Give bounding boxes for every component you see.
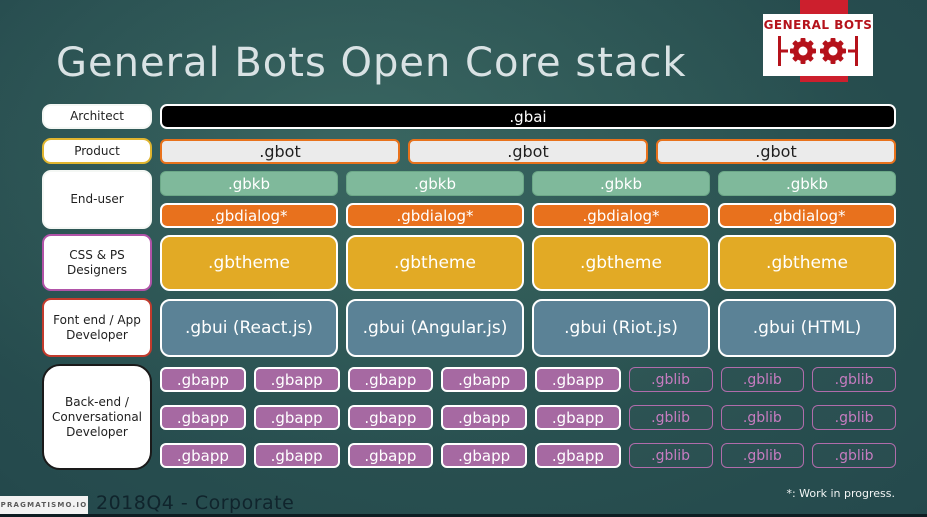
gbdialog-bar: .gbdialog* [532, 203, 710, 228]
role-label-backend-conversational-developer: Back-end / Conversational Developer [42, 364, 152, 470]
gbdialog-bar: .gbdialog* [346, 203, 524, 228]
backend-row-1: .gbapp .gbapp .gbapp .gbapp .gbapp .gbli… [160, 367, 896, 392]
role-label-end-user: End-user [42, 170, 152, 229]
gblib-box: .gblib [720, 367, 805, 392]
gbdialog-bar: .gbdialog* [160, 203, 338, 228]
gbapp-box: .gbapp [347, 405, 434, 430]
gbapp-box: .gbapp [160, 443, 246, 468]
gbapp-box: .gbapp [535, 367, 621, 392]
gbot-bar: .gbot [160, 139, 400, 164]
row-gbkb: .gbkb .gbkb .gbkb .gbkb [160, 171, 896, 196]
row-gbui: .gbui (React.js) .gbui (Angular.js) .gbu… [160, 299, 896, 357]
page-title: General Bots Open Core stack [56, 40, 687, 86]
role-label-product: Product [42, 138, 152, 164]
gbkb-bar: .gbkb [532, 171, 710, 196]
gbapp-box: .gbapp [535, 405, 621, 430]
role-label-frontend-app-developer: Font end / App Developer [42, 298, 152, 357]
gbapp-box: .gbapp [441, 367, 527, 392]
gbapp-box: .gbapp [160, 405, 246, 430]
gbtheme-bar: .gbtheme [718, 235, 896, 291]
general-bots-logo: GENERAL BOTS [763, 14, 873, 76]
gbapp-box: .gbapp [535, 443, 621, 468]
gblib-box: .gblib [628, 367, 713, 392]
gblib-box: .gblib [628, 405, 713, 430]
gbapp-box: .gbapp [441, 443, 527, 468]
gblib-box: .gblib [812, 405, 896, 430]
gbtheme-bar: .gbtheme [346, 235, 524, 291]
gbapp-box: .gbapp [253, 405, 340, 430]
gbui-riot-bar: .gbui (Riot.js) [532, 299, 710, 357]
gbai-bar: .gbai [160, 104, 896, 129]
gbapp-box: .gbapp [347, 367, 434, 392]
backend-row-3: .gbapp .gbapp .gbapp .gbapp .gbapp .gbli… [160, 443, 896, 468]
pragmatismo-brand-badge: PRAGMATISMO.IO [0, 496, 88, 514]
backend-row-2: .gbapp .gbapp .gbapp .gbapp .gbapp .gbli… [160, 405, 896, 430]
gbui-angular-bar: .gbui (Angular.js) [346, 299, 524, 357]
gbot-bar: .gbot [408, 139, 648, 164]
gbui-react-bar: .gbui (React.js) [160, 299, 338, 357]
gbdialog-bar: .gbdialog* [718, 203, 896, 228]
gears-icon [776, 33, 860, 73]
row-gbtheme: .gbtheme .gbtheme .gbtheme .gbtheme [160, 235, 896, 291]
gbot-bar: .gbot [656, 139, 896, 164]
gblib-box: .gblib [812, 443, 896, 468]
gbtheme-bar: .gbtheme [160, 235, 338, 291]
footer-date-text: 2018Q4 - Corporate [96, 492, 295, 514]
logo-text: GENERAL BOTS [763, 17, 873, 32]
gbtheme-bar: .gbtheme [532, 235, 710, 291]
row-gbai: .gbai [160, 104, 896, 129]
work-in-progress-footnote: *: Work in progress. [786, 487, 895, 500]
gblib-box: .gblib [720, 443, 805, 468]
row-gbot: .gbot .gbot .gbot [160, 139, 896, 164]
gbkb-bar: .gbkb [718, 171, 896, 196]
gblib-box: .gblib [628, 443, 713, 468]
gblib-box: .gblib [720, 405, 805, 430]
gbapp-box: .gbapp [253, 443, 340, 468]
gbapp-box: .gbapp [160, 367, 246, 392]
gbapp-box: .gbapp [441, 405, 527, 430]
row-gbdialog: .gbdialog* .gbdialog* .gbdialog* .gbdial… [160, 203, 896, 228]
gbapp-box: .gbapp [347, 443, 434, 468]
gbkb-bar: .gbkb [346, 171, 524, 196]
gblib-box: .gblib [812, 367, 896, 392]
role-label-css-ps-designers: CSS & PS Designers [42, 234, 152, 291]
role-label-architect: Architect [42, 104, 152, 129]
slide: General Bots Open Core stack GENERAL BOT… [0, 0, 927, 517]
gbui-html-bar: .gbui (HTML) [718, 299, 896, 357]
gbkb-bar: .gbkb [160, 171, 338, 196]
gbapp-box: .gbapp [253, 367, 340, 392]
